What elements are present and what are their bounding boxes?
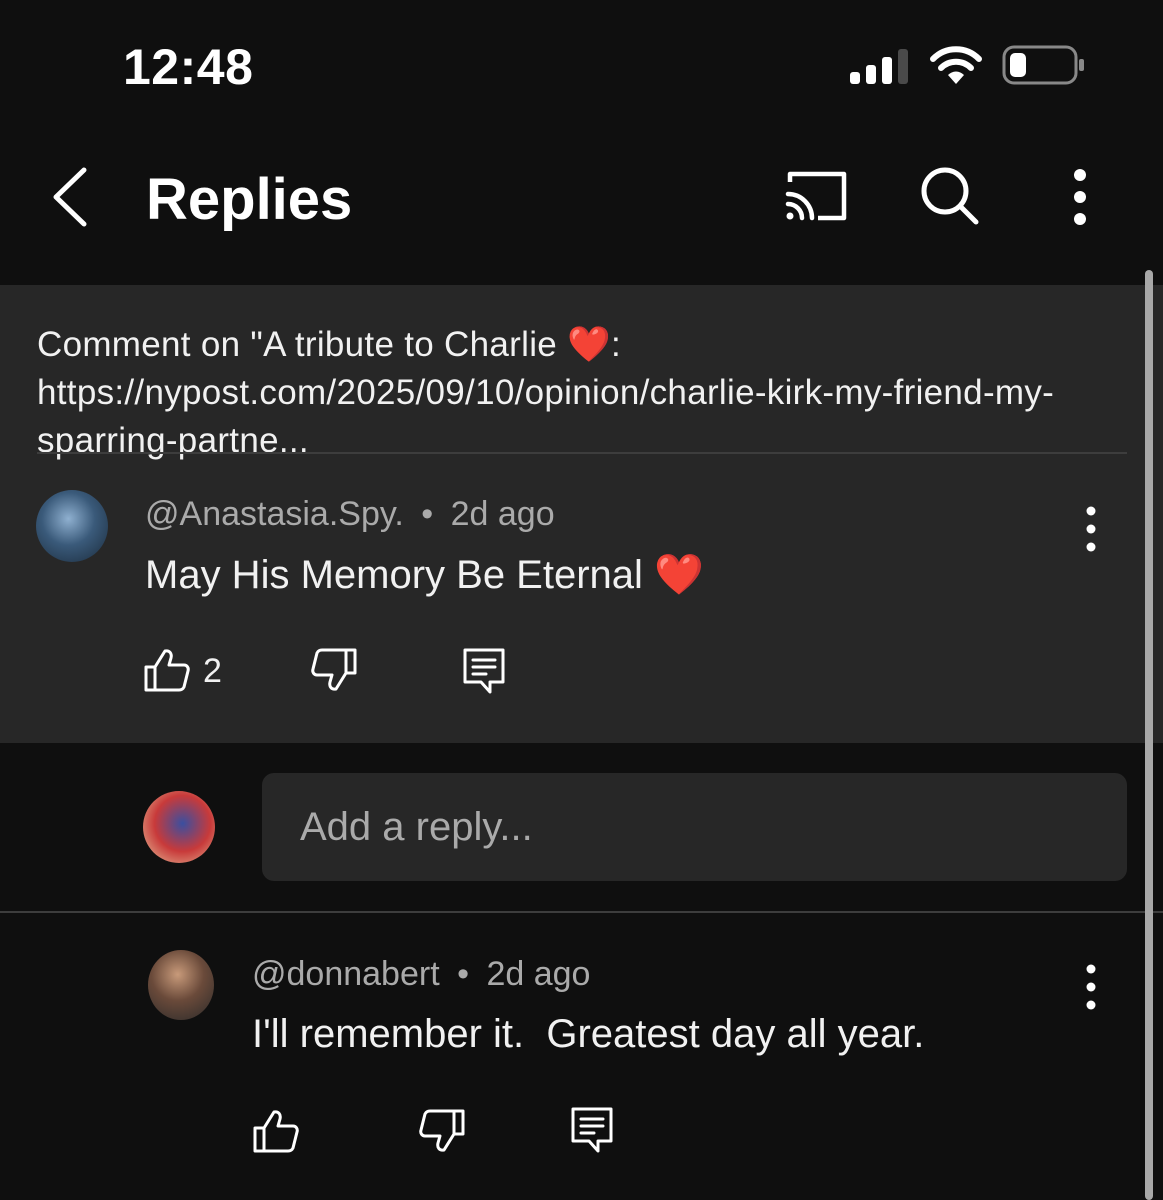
wifi-icon bbox=[930, 46, 982, 84]
add-reply-row bbox=[0, 743, 1163, 911]
reply-meta: @donnabert • 2d ago bbox=[252, 955, 590, 994]
cast-icon[interactable] bbox=[784, 168, 850, 224]
divider bbox=[37, 452, 1127, 454]
my-avatar bbox=[143, 791, 215, 863]
thumbs-up-icon[interactable] bbox=[143, 647, 191, 693]
more-vertical-icon[interactable] bbox=[1076, 505, 1106, 553]
thumbs-up-icon[interactable] bbox=[252, 1108, 300, 1154]
reply-icon[interactable] bbox=[570, 1106, 614, 1154]
comment-meta: @Anastasia.Spy. • 2d ago bbox=[145, 495, 555, 534]
meta-separator: • bbox=[457, 955, 470, 993]
reply-text: I'll remember it. Greatest day all year. bbox=[252, 1012, 925, 1056]
reply-icon[interactable] bbox=[462, 647, 506, 695]
more-vertical-icon[interactable] bbox=[1060, 166, 1100, 228]
avatar[interactable] bbox=[148, 950, 214, 1020]
signal-icon bbox=[850, 49, 908, 84]
divider bbox=[0, 911, 1163, 913]
thumbs-down-icon[interactable] bbox=[310, 647, 358, 693]
parent-comment-card: Comment on "A tribute to Charlie ❤️: htt… bbox=[0, 285, 1163, 743]
reply-input[interactable] bbox=[262, 773, 1127, 881]
status-time: 12:48 bbox=[123, 39, 254, 95]
status-bar: 12:48 bbox=[0, 0, 1163, 130]
back-arrow-icon[interactable] bbox=[48, 166, 92, 228]
comment-context-link[interactable]: Comment on "A tribute to Charlie ❤️: htt… bbox=[37, 321, 1137, 465]
comment-time: 2d ago bbox=[450, 495, 555, 533]
comment-author[interactable]: @Anastasia.Spy. bbox=[145, 495, 404, 533]
more-vertical-icon[interactable] bbox=[1076, 963, 1106, 1011]
top-app-bar: Replies bbox=[0, 130, 1163, 285]
page-title: Replies bbox=[146, 167, 353, 232]
meta-separator: • bbox=[421, 495, 434, 533]
reply-time: 2d ago bbox=[486, 955, 591, 993]
comment-text: May His Memory Be Eternal ❤️ bbox=[145, 553, 704, 597]
scrollbar[interactable] bbox=[1145, 270, 1153, 1200]
like-count: 2 bbox=[203, 652, 222, 690]
battery-icon bbox=[1002, 45, 1084, 85]
search-icon[interactable] bbox=[918, 164, 982, 228]
avatar[interactable] bbox=[36, 490, 108, 562]
thumbs-down-icon[interactable] bbox=[418, 1108, 466, 1154]
reply-author[interactable]: @donnabert bbox=[252, 955, 440, 993]
